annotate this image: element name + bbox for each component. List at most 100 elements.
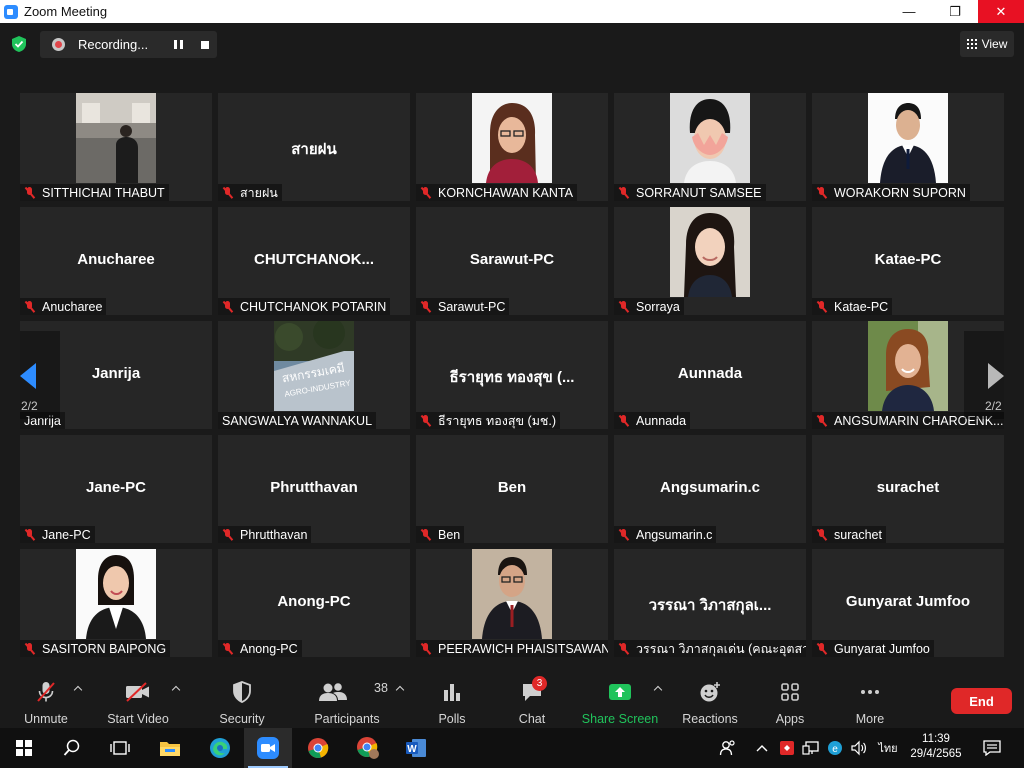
participant-tile[interactable]: Sarawut-PC Sarawut-PC: [416, 207, 608, 315]
unmute-button[interactable]: Unmute: [20, 670, 72, 728]
participant-tile[interactable]: Anucharee Anucharee: [20, 207, 212, 315]
input-language-indicator[interactable]: ไทย: [874, 728, 902, 768]
chrome-browser-icon[interactable]: [294, 728, 342, 768]
participant-display-name: สายฝน: [291, 141, 337, 158]
window-controls: — ❐ ✕: [886, 0, 1024, 23]
participants-count: 38: [374, 681, 388, 695]
muted-mic-icon: [618, 414, 630, 427]
participant-tile[interactable]: SITTHICHAI THABUT: [20, 93, 212, 201]
participant-tile[interactable]: surachet surachet: [812, 435, 1004, 543]
participant-display-name: Jane-PC: [85, 479, 147, 496]
participants-options-caret-icon[interactable]: [395, 684, 405, 694]
participant-name-bar: CHUTCHANOK POTARIN: [218, 298, 391, 315]
muted-mic-icon: [24, 528, 36, 541]
participant-tile[interactable]: SORRANUT SAMSEE: [614, 93, 806, 201]
muted-mic-icon: [420, 186, 432, 199]
unmute-label: Unmute: [24, 712, 68, 726]
participant-tile[interactable]: WORAKORN SUPORN: [812, 93, 1004, 201]
participant-display-name: Anong-PC: [277, 593, 351, 610]
edge-tray-icon[interactable]: e: [824, 728, 846, 768]
notifications-icon[interactable]: [980, 728, 1004, 768]
tray-app-red-icon[interactable]: [776, 728, 798, 768]
participant-tile[interactable]: สายฝน สายฝน: [218, 93, 410, 201]
chrome-profile-icon[interactable]: [344, 728, 392, 768]
share-options-caret-icon[interactable]: [653, 684, 663, 694]
edge-browser-icon[interactable]: [196, 728, 244, 768]
more-button[interactable]: More: [851, 670, 889, 728]
participant-tile[interactable]: PEERAWICH PHAISITSAWAN: [416, 549, 608, 657]
participant-tile[interactable]: Sorraya: [614, 207, 806, 315]
participants-button[interactable]: 38 Participants: [313, 670, 388, 728]
task-view-icon[interactable]: [96, 728, 144, 768]
participant-tile[interactable]: สหกรรมเคมี AGRO-INDUSTRY SANGWALYA WANNAKU…: [218, 321, 410, 429]
participant-tile[interactable]: Ben Ben: [416, 435, 608, 543]
file-explorer-icon[interactable]: [146, 728, 194, 768]
participant-tile[interactable]: CHUTCHANOK... CHUTCHANOK POTARIN: [218, 207, 410, 315]
reactions-label: Reactions: [682, 712, 738, 726]
security-button[interactable]: Security: [214, 670, 270, 728]
windows-start-icon[interactable]: [0, 728, 48, 768]
participant-tile[interactable]: Jane-PC Jane-PC: [20, 435, 212, 543]
network-icon[interactable]: [800, 728, 822, 768]
participant-name: surachet: [834, 527, 882, 542]
apps-icon: [779, 680, 801, 704]
participant-tile[interactable]: Aunnada Aunnada: [614, 321, 806, 429]
shield-check-icon[interactable]: [10, 35, 28, 53]
chat-button[interactable]: 3 Chat: [513, 670, 551, 728]
meeting-toolbar: Unmute Start Video Security 38 Participa…: [0, 670, 1024, 728]
stop-recording-icon[interactable]: [201, 41, 209, 49]
share-screen-button[interactable]: Share Screen: [582, 670, 658, 728]
zoom-app-icon[interactable]: [244, 728, 292, 768]
start-video-button[interactable]: Start Video: [106, 670, 170, 728]
window-title-bar: Zoom Meeting — ❐ ✕: [0, 0, 1024, 23]
minimize-button[interactable]: —: [886, 0, 932, 23]
participant-tile[interactable]: Anong-PC Anong-PC: [218, 549, 410, 657]
grid-view-icon: [966, 39, 977, 49]
participant-name-bar: SASITORN BAIPONG: [20, 640, 171, 657]
participant-name: SITTHICHAI THABUT: [42, 185, 165, 200]
participant-name-bar: ธีรายุทธ ทองสุข (มช.): [416, 412, 561, 429]
polls-button[interactable]: Polls: [432, 670, 472, 728]
participant-name: วรรณา วิภาสกุลเด่น (คณะอุตสา...: [636, 641, 806, 656]
participant-tile[interactable]: ธีรายุทธ ทองสุข (... ธีรายุทธ ทองสุข (มช.…: [416, 321, 608, 429]
page-indicator-right: 2/2: [985, 399, 1002, 413]
participant-tile[interactable]: KORNCHAWAN KANTA: [416, 93, 608, 201]
reactions-button[interactable]: Reactions: [681, 670, 739, 728]
participant-name-bar: surachet: [812, 526, 886, 543]
muted-mic-icon: [24, 642, 36, 655]
participant-tile[interactable]: Angsumarin.c Angsumarin.c: [614, 435, 806, 543]
muted-mic-icon: [420, 300, 432, 313]
participant-tile[interactable]: Gunyarat Jumfoo Gunyarat Jumfoo: [812, 549, 1004, 657]
participant-name: Sarawut-PC: [438, 299, 506, 314]
audio-options-caret-icon[interactable]: [73, 684, 83, 694]
participant-name: KORNCHAWAN KANTA: [438, 185, 573, 200]
video-options-caret-icon[interactable]: [171, 684, 181, 694]
participant-tile[interactable]: Phrutthavan Phrutthavan: [218, 435, 410, 543]
apps-button[interactable]: Apps: [771, 670, 809, 728]
show-hidden-icons-chevron-icon[interactable]: [752, 728, 772, 768]
search-icon[interactable]: [48, 728, 96, 768]
participant-tile[interactable]: Katae-PC Katae-PC: [812, 207, 1004, 315]
participants-icon: 38: [319, 680, 388, 704]
participant-tile[interactable]: SASITORN BAIPONG: [20, 549, 212, 657]
participant-photo: [868, 93, 948, 183]
end-meeting-button[interactable]: End: [951, 688, 1012, 714]
word-app-icon[interactable]: W: [392, 728, 440, 768]
security-label: Security: [219, 712, 265, 726]
close-button[interactable]: ✕: [978, 0, 1024, 23]
muted-mic-icon: [816, 528, 828, 541]
emoji-add-icon: [698, 680, 722, 704]
participant-tile[interactable]: วรรณา วิภาสกุลเ... วรรณา วิภาสกุลเด่น (คณ…: [614, 549, 806, 657]
participant-photo: [76, 549, 156, 639]
maximize-button[interactable]: ❐: [932, 0, 978, 23]
volume-icon[interactable]: [848, 728, 870, 768]
participant-name: Aunnada: [636, 413, 687, 428]
pause-recording-icon[interactable]: [174, 40, 183, 49]
participant-name-bar: Sorraya: [614, 298, 684, 315]
muted-mic-icon: [618, 186, 630, 199]
muted-mic-icon: [816, 186, 828, 199]
people-icon[interactable]: [716, 728, 740, 768]
system-clock[interactable]: 11:39 29/4/2565: [900, 732, 972, 762]
muted-mic-icon: [24, 300, 36, 313]
view-button[interactable]: View: [960, 31, 1014, 57]
